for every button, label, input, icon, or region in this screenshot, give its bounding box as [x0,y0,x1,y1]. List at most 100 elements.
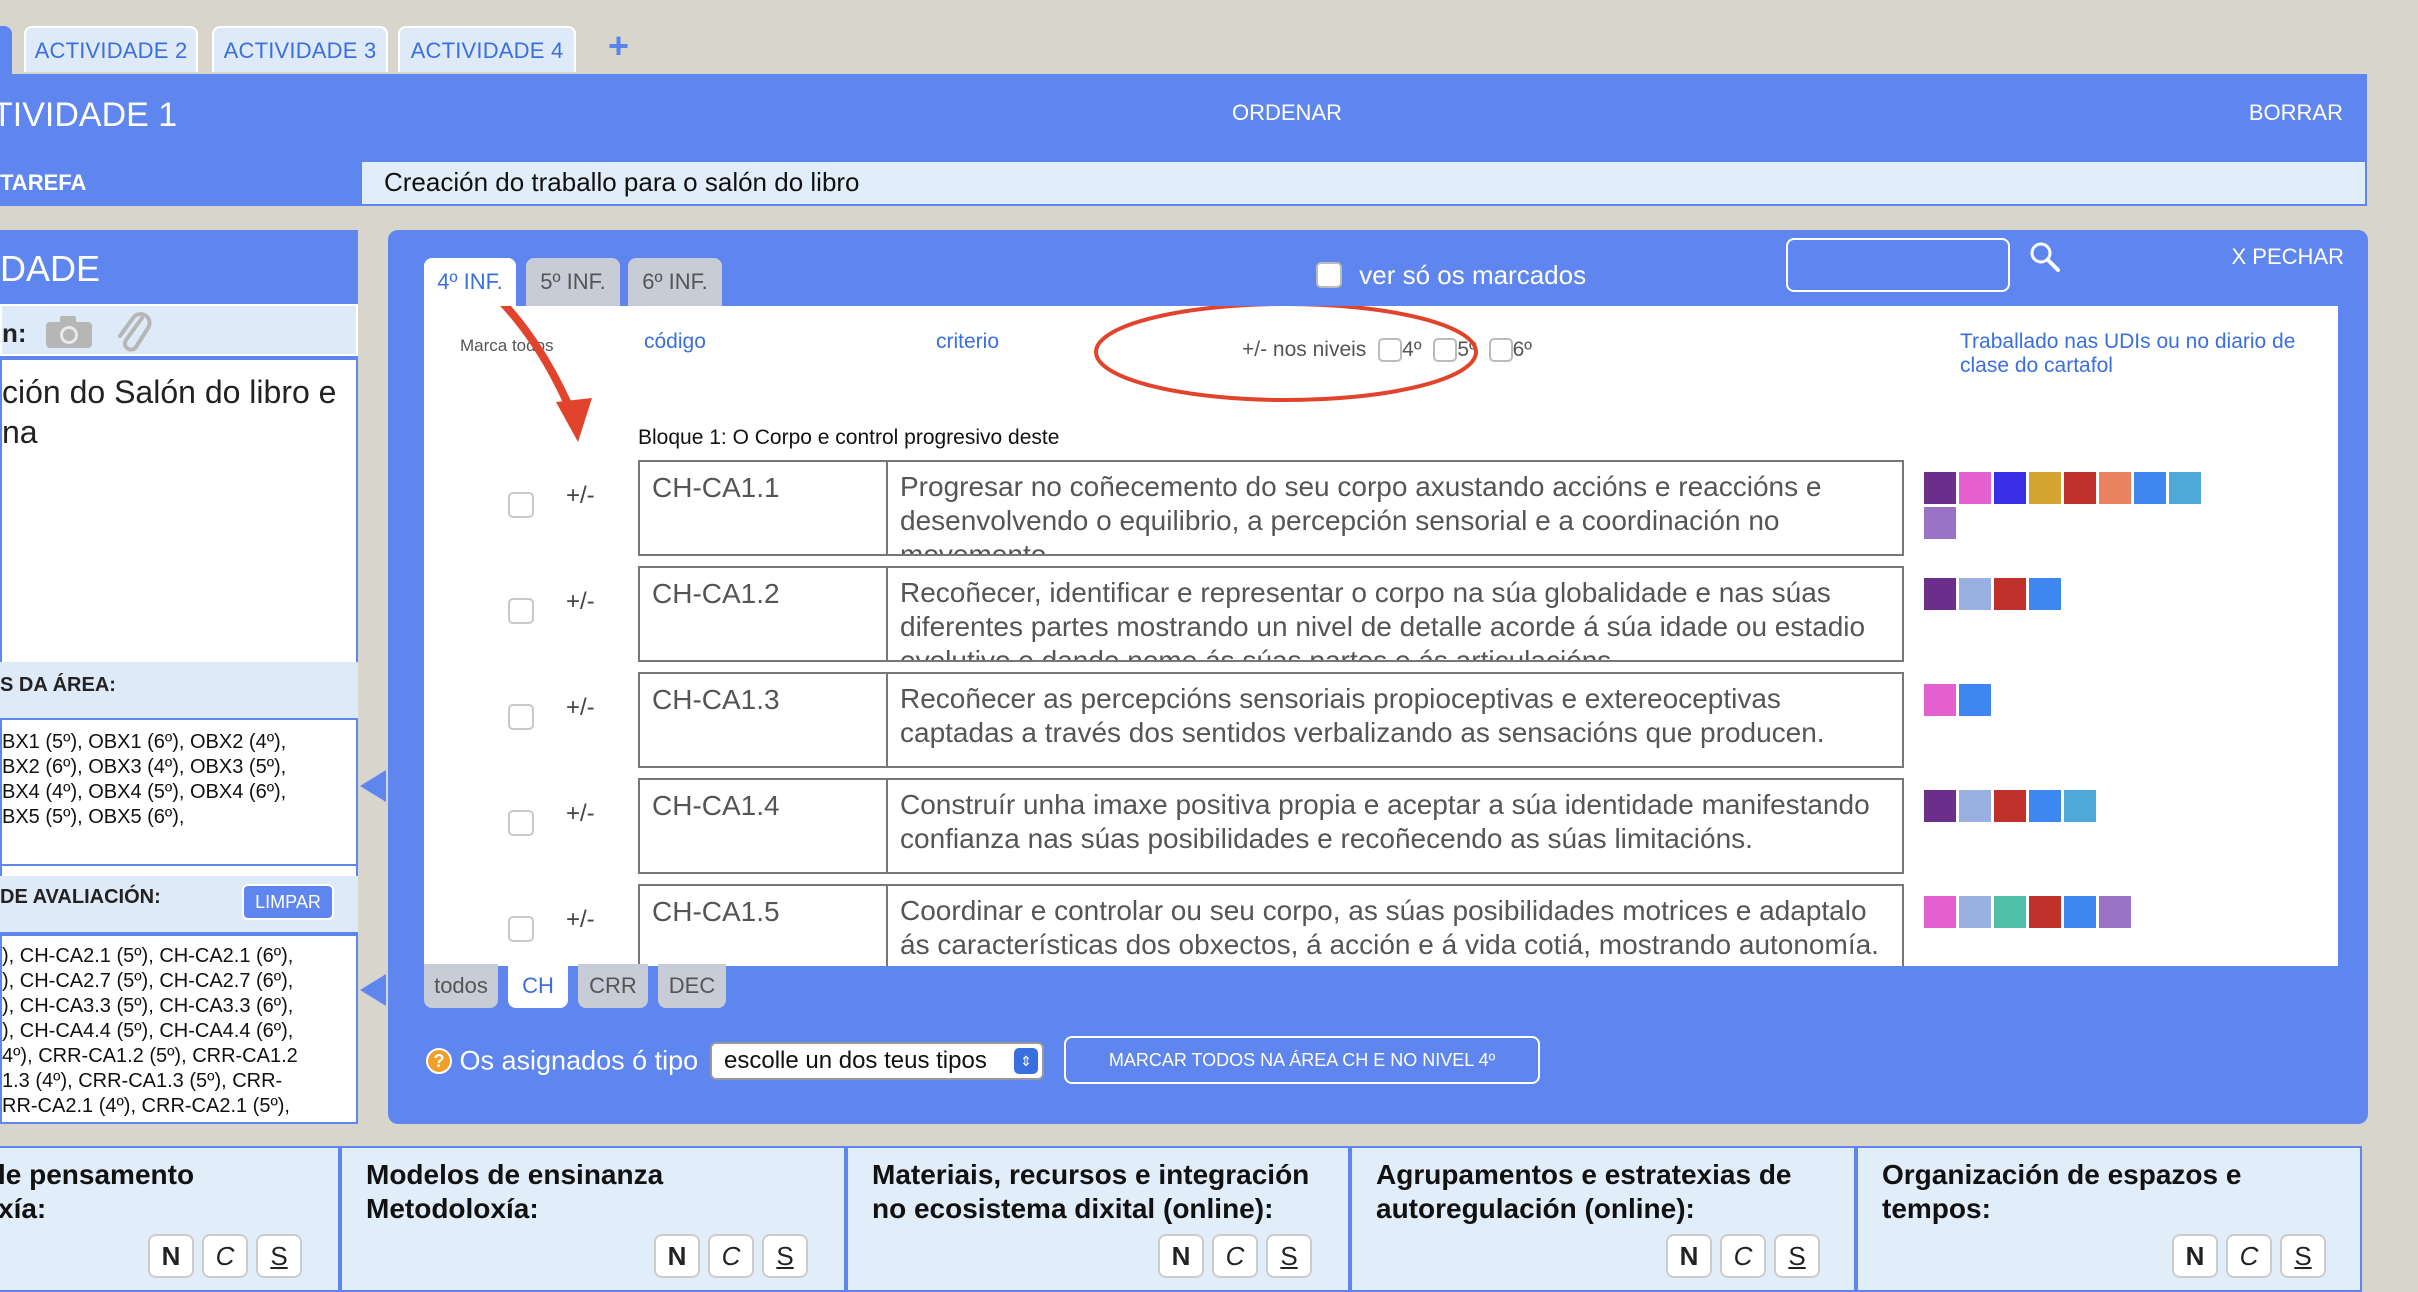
bottom-cell-groupings: Agrupamentos e estratexias de autoregula… [1350,1146,1856,1292]
plusminus-toggle[interactable]: +/- [566,588,595,616]
close-button[interactable]: X PECHAR [2232,244,2344,270]
color-swatch[interactable] [1959,684,1991,716]
bottom-cell-title: Modelos de ensinanza Metodoloxía: [366,1159,664,1224]
color-swatch[interactable] [1994,790,2026,822]
color-swatch[interactable] [1924,578,1956,610]
color-swatch[interactable] [2099,896,2131,928]
criteria-panel: 4º INF. 5º INF. 6º INF. ver só os marcad… [388,230,2368,1124]
n-button[interactable]: N [654,1234,700,1278]
color-swatch[interactable] [1959,896,1991,928]
color-swatch[interactable] [1959,578,1991,610]
add-tab-button[interactable]: + [608,22,629,70]
camera-icon[interactable] [44,314,94,355]
level-tab-4[interactable]: 4º INF. [424,258,516,306]
objectives-title-label: S DA ÁREA: [0,674,116,696]
c-button[interactable]: C [202,1234,248,1278]
bottom-cell-models: Modelos de ensinanza Metodoloxía: NCS [340,1146,846,1292]
ncs-buttons: NCS [1666,1234,1820,1278]
bottom-cell-title: Organización de espazos e tempos: [1882,1159,2242,1224]
tab-actividade-4[interactable]: ACTIVIDADE 4 [398,26,576,72]
bottom-cell-title: Agrupamentos e estratexias de autoregula… [1376,1159,1792,1224]
table-row: +/- CH-CA1.3 Recoñecer as percepcións se… [424,672,2338,768]
task-label: TAREFA [0,170,87,195]
n-button[interactable]: N [1158,1234,1204,1278]
row-checkbox[interactable] [508,916,534,942]
n-button[interactable]: N [148,1234,194,1278]
s-button[interactable]: S [2280,1234,2326,1278]
only-marked-toggle[interactable]: ver só os marcados [1316,258,1586,291]
area-tab-crr[interactable]: CRR [578,964,648,1008]
color-swatch[interactable] [2029,578,2061,610]
area-tab-dec[interactable]: DEC [658,964,726,1008]
n-button[interactable]: N [1666,1234,1712,1278]
area-tab-all[interactable]: todos [424,964,498,1008]
tab-actividade-2[interactable]: ACTIVIDADE 2 [24,26,198,72]
color-swatch[interactable] [1924,790,1956,822]
color-swatch[interactable] [2029,790,2061,822]
search-icon[interactable] [2028,240,2062,279]
type-select[interactable]: escolle un dos teus tipos ⇕ [710,1042,1044,1080]
help-icon[interactable]: ? [426,1047,452,1074]
color-swatch[interactable] [1924,684,1956,716]
color-swatch[interactable] [1924,507,1956,539]
panel-notch-1 [360,770,386,802]
s-button[interactable]: S [762,1234,808,1278]
ncs-buttons: NCS [148,1234,302,1278]
c-button[interactable]: C [708,1234,754,1278]
clear-criteria-button[interactable]: LIMPAR [242,884,334,920]
assigned-label: Os asignados ó tipo [459,1045,699,1076]
plusminus-toggle[interactable]: +/- [566,906,595,934]
n-button[interactable]: N [2172,1234,2218,1278]
plusminus-toggle[interactable]: +/- [566,694,595,722]
search-input[interactable] [1786,238,2010,292]
task-input[interactable]: Creación do traballo para o salón do lib… [360,160,2367,206]
order-button[interactable]: ORDENAR [1232,100,1342,126]
attachments-label: n: [2,318,27,348]
row-checkbox[interactable] [508,704,534,730]
c-button[interactable]: C [1720,1234,1766,1278]
s-button[interactable]: S [1774,1234,1820,1278]
color-swatch[interactable] [1959,790,1991,822]
tab-actividade-1-edge[interactable] [0,26,12,74]
objectives-text: BX1 (5º), OBX1 (6º), OBX2 (4º), BX2 (6º)… [2,731,287,828]
row-description: Construír unha imaxe positiva propia e a… [888,778,1904,874]
level-tab-6[interactable]: 6º INF. [628,258,722,306]
color-swatch[interactable] [2029,896,2061,928]
color-swatch[interactable] [1924,896,1956,928]
table-row: +/- CH-CA1.2 Recoñecer, identificar e re… [424,566,2338,662]
row-code: CH-CA1.3 [638,672,888,768]
row-code: CH-CA1.4 [638,778,888,874]
level-tab-5[interactable]: 5º INF. [526,258,620,306]
row-colors [1924,790,2234,825]
color-swatch[interactable] [1994,896,2026,928]
left-panel-title: DADE [0,248,101,289]
row-description: Coordinar e controlar ou seu corpo, as s… [888,884,1904,966]
tab-actividade-3[interactable]: ACTIVIDADE 3 [212,26,388,72]
area-tab-ch[interactable]: CH [508,964,568,1008]
only-marked-checkbox[interactable] [1316,262,1342,289]
criteria-text: ), CH-CA2.1 (5º), CH-CA2.1 (6º), ), CH-C… [2,945,298,1122]
row-code: CH-CA1.2 [638,566,888,662]
color-swatch[interactable] [2064,790,2096,822]
plusminus-toggle[interactable]: +/- [566,800,595,828]
color-swatch[interactable] [1994,578,2026,610]
activity-header: TIVIDADE 1 ORDENAR BORRAR [0,74,2367,160]
color-swatch[interactable] [2064,896,2096,928]
panel-notch-2 [360,974,386,1006]
assigned-row: ? Os asignados ó tipo [426,1044,698,1076]
row-checkbox[interactable] [508,810,534,836]
paperclip-icon[interactable] [114,310,154,359]
activity-title: TIVIDADE 1 [0,96,178,134]
bottom-cell-spaces: Organización de espazos e tempos: NCS [1856,1146,2362,1292]
s-button[interactable]: S [256,1234,302,1278]
type-select-value: escolle un dos teus tipos [724,1047,987,1074]
delete-button[interactable]: BORRAR [2249,100,2343,126]
c-button[interactable]: C [1212,1234,1258,1278]
s-button[interactable]: S [1266,1234,1312,1278]
row-checkbox[interactable] [508,598,534,624]
c-button[interactable]: C [2226,1234,2272,1278]
mark-all-area-button[interactable]: MARCAR TODOS NA ÁREA CH E NO NIVEL 4º [1064,1036,1540,1084]
criteria-title-label: DE AVALIACIÓN: [0,886,161,908]
attachments-row: n: [0,304,358,356]
objectives-list: BX1 (5º), OBX1 (6º), OBX2 (4º), BX2 (6º)… [0,718,358,866]
